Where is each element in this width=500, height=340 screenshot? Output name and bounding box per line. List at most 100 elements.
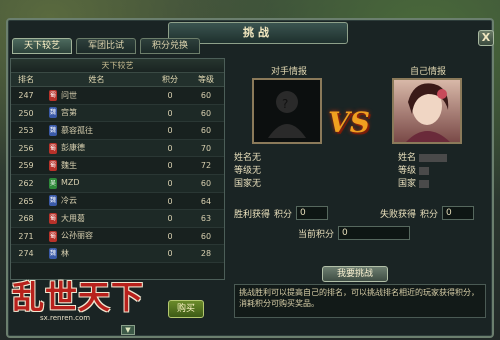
ranking-row[interactable]: 259 蜀魏生 0 72 <box>11 157 224 175</box>
row-name-cell: 魏林 <box>41 245 152 262</box>
row-name: MZD <box>61 178 80 188</box>
character-avatar-icon <box>406 83 450 142</box>
row-name: 魏生 <box>61 160 77 170</box>
tab-legion-contest[interactable]: 军团比试 <box>76 38 136 54</box>
opponent-country-value: 无 <box>252 179 262 189</box>
row-score: 0 <box>167 161 173 171</box>
row-rank: 253 <box>18 126 34 136</box>
row-score: 0 <box>167 196 173 206</box>
self-level-label: 等级 <box>398 166 417 176</box>
row-name-cell: 蜀大用葛 <box>41 210 152 227</box>
opponent-name-value: 无 <box>252 153 262 163</box>
faction-badge-icon: 蜀 <box>49 142 57 154</box>
current-score-row: 当前积分 0 <box>298 226 411 240</box>
challenge-info-area: 对手情报 ? 姓名无 等级无 国家无 VS 自己情报 姓名 等级 国家 胜利获得… <box>230 58 488 320</box>
column-name: 姓名 <box>88 75 105 84</box>
opponent-portrait: ? <box>252 78 322 144</box>
row-rank: 262 <box>18 178 34 188</box>
row-level: 64 <box>200 196 212 206</box>
tab-bar: 天下较艺 军团比试 积分兑换 <box>12 38 200 54</box>
faction-badge-icon: 蜀 <box>49 212 57 224</box>
self-portrait <box>392 78 462 144</box>
row-name: 问世 <box>61 90 77 100</box>
row-rank: 259 <box>18 161 34 171</box>
buy-button[interactable]: 购买 <box>168 300 204 318</box>
ranking-row[interactable]: 271 蜀公孙丽容 0 60 <box>11 228 224 246</box>
row-level: 60 <box>200 108 212 118</box>
row-score: 0 <box>167 108 173 118</box>
faction-badge-icon: 魏 <box>49 107 57 119</box>
ranking-column-headers: 排名 姓名 积分 等级 <box>11 73 224 87</box>
row-rank: 274 <box>18 249 34 259</box>
lose-reward-label: 失败获得 <box>380 209 417 220</box>
lose-score-label: 积分 <box>420 209 439 220</box>
row-name-cell: 蜀魏生 <box>41 157 152 174</box>
row-name: 彭康德 <box>61 143 85 153</box>
row-rank: 265 <box>18 196 34 206</box>
row-score: 0 <box>167 231 173 241</box>
tab-world-contest[interactable]: 天下较艺 <box>12 38 72 54</box>
row-level: 70 <box>200 143 212 153</box>
faction-badge-icon: 蜀 <box>49 230 57 242</box>
row-score: 0 <box>167 178 173 188</box>
row-name-cell: 吴 MZD <box>41 175 152 192</box>
row-name: 冷云 <box>61 196 77 206</box>
logo-text: 乱世天下 <box>12 278 145 316</box>
row-rank: 271 <box>18 231 34 241</box>
ranking-panel: 天下较艺 排名 姓名 积分 等级 247 蜀问世 0 60 250 魏宫第 0 60 253 魏慕… <box>10 58 225 280</box>
self-name-redacted <box>418 153 447 162</box>
row-name-cell: 魏冷云 <box>41 193 152 210</box>
ranking-row[interactable]: 274 魏林 0 28 <box>11 245 224 263</box>
row-name: 林 <box>61 248 69 258</box>
faction-badge-icon: 魏 <box>49 124 57 136</box>
row-name: 慕容孤往 <box>61 125 93 135</box>
faction-badge-icon: 吴 <box>49 177 57 189</box>
row-name: 公孙丽容 <box>61 231 93 241</box>
lose-score-field: 0 <box>442 206 475 220</box>
row-level: 60 <box>200 126 212 136</box>
row-level: 72 <box>200 161 212 171</box>
row-name-cell: 蜀彭康德 <box>41 140 152 157</box>
opponent-name-label: 姓名 <box>234 153 253 163</box>
row-name: 大用葛 <box>61 213 85 223</box>
self-info-title: 自己情报 <box>409 67 446 77</box>
row-score: 0 <box>167 126 173 136</box>
ranking-row[interactable]: 265 魏冷云 0 64 <box>11 193 224 211</box>
tab-points-exchange[interactable]: 积分兑换 <box>140 38 200 54</box>
current-score-label: 当前积分 <box>298 229 335 240</box>
opponent-level-value: 无 <box>252 166 262 176</box>
row-name: 宫第 <box>61 108 77 118</box>
ranking-row[interactable]: 253 魏慕容孤往 0 60 <box>11 122 224 140</box>
ranking-row[interactable]: 247 蜀问世 0 60 <box>11 87 224 105</box>
ranking-row[interactable]: 268 蜀大用葛 0 63 <box>11 210 224 228</box>
logo-url: sx.renren.com <box>40 314 91 322</box>
close-button[interactable]: X <box>478 30 494 46</box>
current-score-field: 0 <box>338 226 411 240</box>
challenge-button[interactable]: 我要挑战 <box>322 266 388 282</box>
unknown-silhouette-icon: ? <box>268 91 306 138</box>
self-country-label: 国家 <box>398 179 417 189</box>
faction-badge-icon: 魏 <box>49 195 57 207</box>
challenge-description: 挑战胜利可以提高自己的排名，可以挑战排名相近的玩家获得积分，消耗积分可购买奖品。 <box>234 284 486 318</box>
row-name-cell: 蜀问世 <box>41 87 152 104</box>
row-rank: 250 <box>18 108 34 118</box>
ranking-row[interactable]: 256 蜀彭康德 0 70 <box>11 139 224 158</box>
column-rank: 排名 <box>18 75 34 84</box>
self-stats: 姓名 等级 国家 <box>398 152 447 191</box>
row-level: 60 <box>200 91 212 100</box>
faction-badge-icon: 魏 <box>49 248 57 260</box>
win-reward-row: 胜利获得 积分 0 <box>234 206 329 220</box>
column-score: 积分 <box>162 75 178 84</box>
ranking-list: 247 蜀问世 0 60 250 魏宫第 0 60 253 魏慕容孤往 0 60 256 蜀彭康德 0 70 2… <box>11 87 224 263</box>
faction-badge-icon: 蜀 <box>49 89 57 101</box>
row-score: 0 <box>167 91 173 100</box>
scroll-down-button[interactable]: ▼ <box>121 325 135 335</box>
self-name-label: 姓名 <box>398 153 417 163</box>
game-logo: 乱世天下 sx.renren.com <box>12 272 162 330</box>
ranking-row[interactable]: 250 魏宫第 0 60 <box>11 104 224 123</box>
ranking-row[interactable]: 262 吴 MZD 0 60 <box>11 174 224 193</box>
self-country-redacted <box>418 179 429 188</box>
lose-reward-row: 失败获得 积分 0 <box>380 206 475 220</box>
opponent-info-title: 对手情报 <box>270 67 307 77</box>
vs-emblem: VS <box>328 106 370 139</box>
